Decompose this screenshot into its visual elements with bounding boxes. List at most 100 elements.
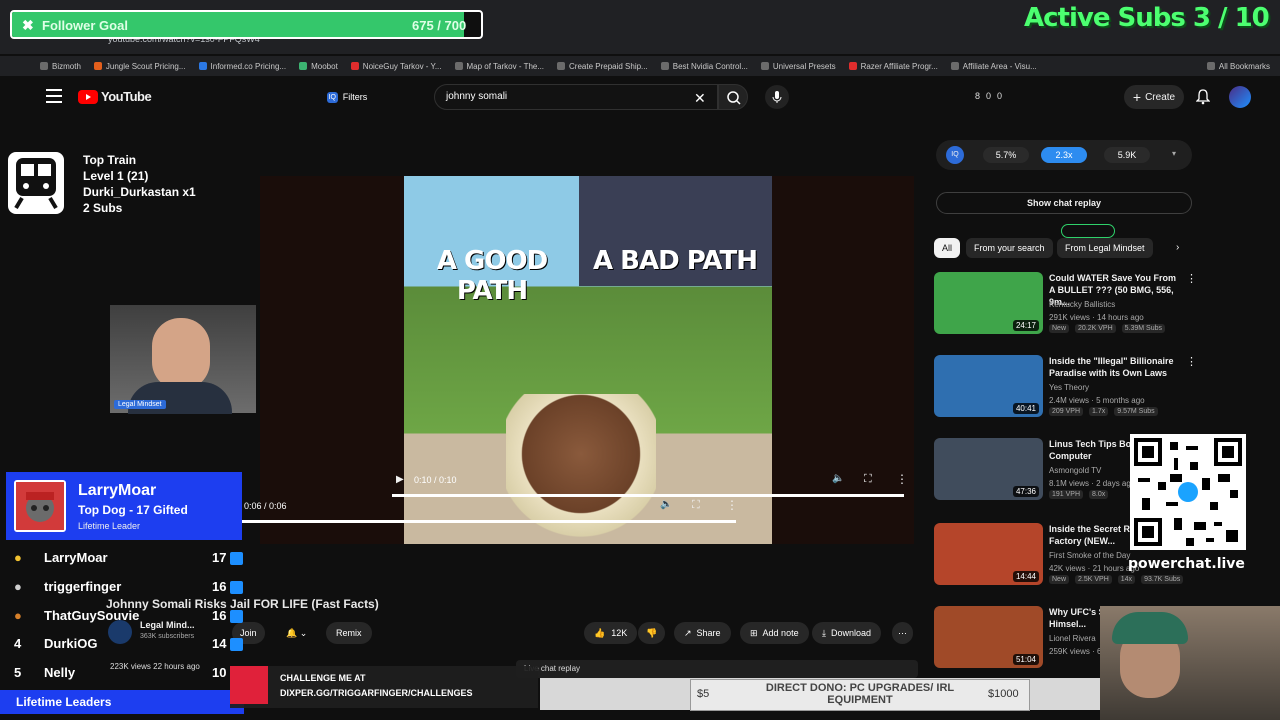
recommended-video[interactable]: 24:17 Could WATER Save You From A BULLET … bbox=[934, 272, 1197, 334]
guest-face bbox=[152, 318, 210, 390]
chevron-right-icon[interactable]: › bbox=[1176, 242, 1179, 253]
gift-icon bbox=[230, 581, 243, 594]
more-options-icon[interactable]: ⋮ bbox=[1186, 272, 1197, 285]
bookmark-item[interactable]: Informed.co Pricing... bbox=[198, 62, 286, 71]
search-icon bbox=[727, 91, 741, 105]
like-button[interactable]: 👍 12K bbox=[584, 622, 638, 644]
gift-icon bbox=[230, 638, 243, 651]
search-button[interactable] bbox=[718, 84, 748, 110]
badge: 9.57M Subs bbox=[1114, 407, 1158, 416]
dislike-button[interactable]: 👎 bbox=[638, 622, 666, 644]
duration-badge: 24:17 bbox=[1012, 320, 1039, 331]
donation-min: $5 bbox=[697, 688, 710, 700]
live-chat-replay[interactable]: Live chat replay bbox=[516, 660, 918, 678]
bookmark-icon bbox=[950, 62, 959, 70]
leader-avatar bbox=[14, 480, 66, 532]
filters-button[interactable]: IQ Filters bbox=[316, 86, 378, 108]
bookmark-item[interactable]: Create Prepaid Ship... bbox=[557, 62, 648, 71]
recommended-channel[interactable]: First Smoke of the Day bbox=[1049, 551, 1130, 560]
gift-icon bbox=[230, 552, 243, 565]
leaderboard-row: ● ThatGuySouvie 16 bbox=[12, 604, 244, 628]
train-icon bbox=[8, 152, 64, 214]
leader-tag: Lifetime Leader bbox=[78, 521, 141, 531]
badge: 20.2K VPH bbox=[1075, 324, 1116, 333]
subscribed-bell-icon[interactable]: 🔔 ⌄ bbox=[276, 622, 317, 644]
bookmark-icon bbox=[848, 62, 857, 70]
train-level: Level 1 (21) bbox=[83, 169, 149, 183]
chevron-down-icon[interactable]: ▾ bbox=[1172, 149, 1176, 158]
bookmark-item[interactable]: Bizmoth bbox=[40, 62, 81, 71]
overlay-outline bbox=[1061, 224, 1115, 238]
time-display: 0:10 / 0:10 bbox=[414, 475, 457, 485]
metric-chip[interactable]: 5.9K bbox=[1104, 147, 1150, 163]
search-input[interactable]: johnny somali bbox=[434, 84, 718, 110]
play-icon[interactable]: ▶ bbox=[396, 474, 404, 485]
recommended-channel[interactable]: Lionel Rivera bbox=[1049, 634, 1096, 643]
badge: 93.7K Subs bbox=[1141, 575, 1184, 584]
badge: 2.5K VPH bbox=[1075, 575, 1112, 584]
train-subs: 2 Subs bbox=[83, 201, 123, 215]
bookmark-item[interactable]: Universal Presets bbox=[760, 62, 836, 71]
donation-goal-text: DIRECT DONO: PC UPGRADES/ IRL EQUIPMENT bbox=[765, 682, 955, 706]
hype-train-info: Top Train Level 1 (21) Durki_Durkastan x… bbox=[83, 152, 196, 216]
bookmark-item[interactable]: NoiceGuy Tarkov - Y... bbox=[350, 62, 442, 71]
bookmark-item[interactable]: Affiliate Area - Visu... bbox=[950, 62, 1037, 71]
more-options-icon[interactable]: ⋮ bbox=[1186, 355, 1197, 368]
metric-chip[interactable]: 5.7% bbox=[983, 147, 1029, 163]
meme-caption-right: A BAD PATH bbox=[592, 246, 758, 276]
more-options-icon[interactable]: ⋮ bbox=[896, 472, 908, 486]
fullscreen-icon[interactable]: ⛶ bbox=[692, 499, 700, 512]
show-chat-replay-button[interactable]: Show chat replay bbox=[936, 192, 1192, 214]
train-contributor: Durki_Durkastan x1 bbox=[83, 185, 196, 199]
add-note-button[interactable]: ⊞ Add note bbox=[740, 622, 809, 644]
voice-search-button[interactable] bbox=[765, 85, 789, 109]
progress-bar[interactable] bbox=[224, 520, 736, 523]
leaderboard-row: ● LarryMoar 17 bbox=[12, 546, 244, 570]
share-button[interactable]: ↗ Share bbox=[674, 622, 731, 644]
all-bookmarks[interactable]: All Bookmarks bbox=[1206, 62, 1270, 71]
recommended-video[interactable]: 40:41 Inside the "Illegal" Billionaire Pa… bbox=[934, 355, 1197, 417]
fullscreen-icon[interactable]: ⛶ bbox=[864, 473, 872, 486]
tab-all[interactable]: All bbox=[934, 238, 961, 258]
challenge-banner bbox=[230, 666, 538, 708]
remix-button[interactable]: Remix bbox=[326, 622, 372, 644]
badge: New bbox=[1049, 324, 1070, 333]
recommended-channel[interactable]: Yes Theory bbox=[1049, 383, 1089, 392]
create-button[interactable]: + Create bbox=[1124, 85, 1184, 109]
bookmark-icon bbox=[557, 62, 566, 70]
hamburger-menu-icon[interactable] bbox=[46, 89, 62, 103]
stat-value: 0 bbox=[986, 91, 992, 101]
bookmark-item[interactable]: Razer Affiliate Progr... bbox=[848, 62, 938, 71]
recommended-title[interactable]: Inside the "Illegal" Billionaire Paradis… bbox=[1049, 355, 1181, 379]
bookmark-icon bbox=[760, 62, 769, 70]
duration-badge: 47:36 bbox=[1012, 486, 1039, 497]
download-icon: ⤓ bbox=[822, 628, 826, 638]
dixper-logo-icon bbox=[230, 666, 268, 704]
tab-from-channel[interactable]: From Legal Mindset bbox=[1057, 238, 1153, 258]
metric-chip[interactable]: 2.3x bbox=[1041, 147, 1087, 163]
more-options-icon[interactable]: ⋮ bbox=[726, 498, 738, 512]
badge: 8.0x bbox=[1089, 490, 1109, 499]
thumbs-up-icon: 👍 bbox=[594, 628, 606, 638]
bookmark-item[interactable]: Best Nvidia Control... bbox=[660, 62, 748, 71]
bookmark-item[interactable]: Map of Tarkov - The... bbox=[454, 62, 544, 71]
more-actions-icon[interactable]: ⋯ bbox=[892, 622, 913, 644]
recommended-channel[interactable]: Asmongold TV bbox=[1049, 466, 1101, 475]
plus-icon: + bbox=[1132, 89, 1142, 105]
iq-icon: IQ bbox=[946, 146, 964, 164]
mute-icon[interactable]: 🔈 bbox=[832, 473, 844, 484]
bookmark-item[interactable]: Moobot bbox=[299, 62, 338, 71]
meme-caption-left: A GOOD PATH bbox=[436, 246, 548, 306]
powerchat-label: powerchat.live bbox=[1128, 556, 1245, 572]
recommended-channel[interactable]: Kentucky Ballistics bbox=[1049, 300, 1115, 309]
account-avatar[interactable] bbox=[1229, 86, 1251, 108]
clear-search-icon[interactable]: ✕ bbox=[694, 90, 706, 107]
download-button[interactable]: ⤓ Download bbox=[812, 622, 882, 644]
mute-icon[interactable]: 🔈 bbox=[660, 499, 672, 510]
tab-from-search[interactable]: From your search bbox=[966, 238, 1053, 258]
bookmark-icon bbox=[198, 62, 207, 70]
add-note-icon: ⊞ bbox=[750, 628, 758, 638]
notifications-bell-icon[interactable] bbox=[1196, 89, 1210, 105]
bookmark-item[interactable]: Jungle Scout Pricing... bbox=[93, 62, 186, 71]
youtube-logo[interactable]: YouTube bbox=[78, 89, 152, 104]
